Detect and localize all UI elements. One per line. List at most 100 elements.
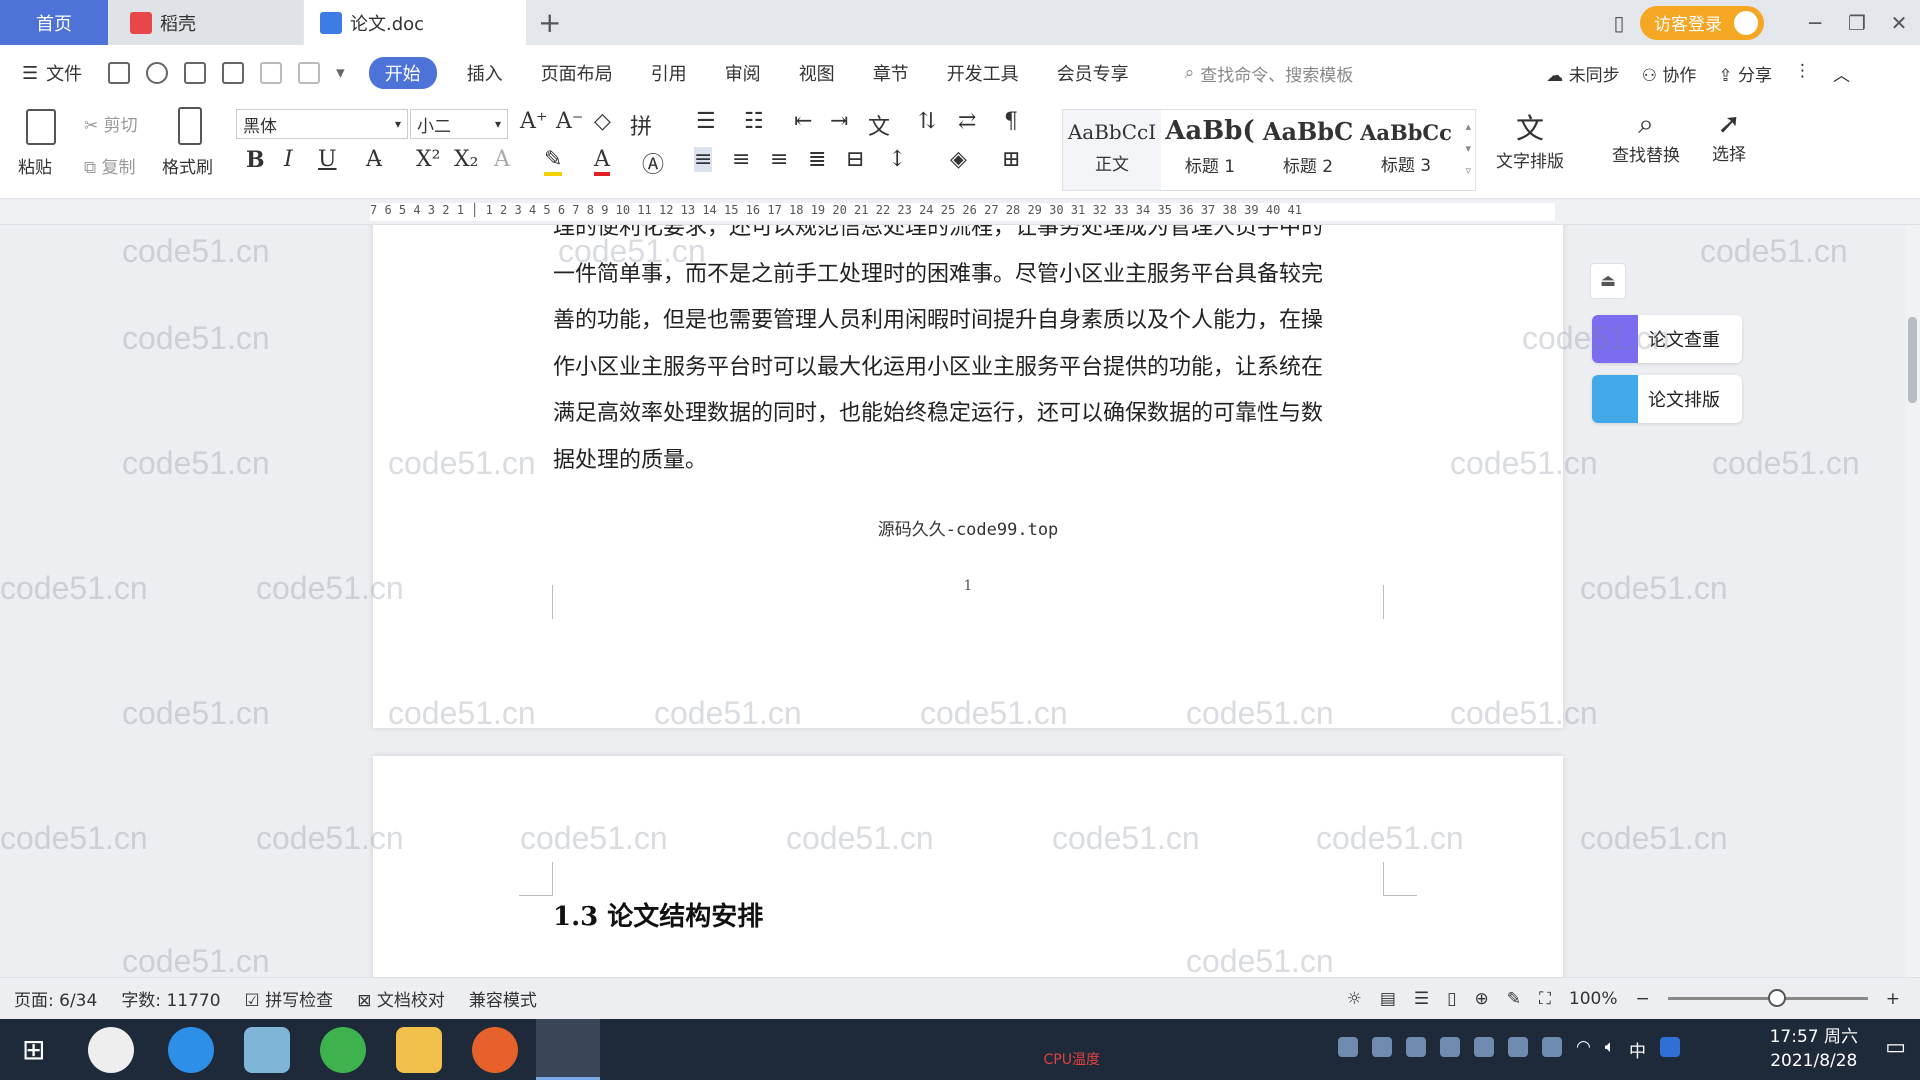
tray-icon[interactable] (1337, 1037, 1358, 1057)
font-size-select[interactable]: 小二 ▾ (410, 109, 508, 139)
menu-home[interactable]: 开始 (368, 57, 437, 89)
save-icon[interactable] (108, 62, 131, 84)
menu-page-layout[interactable]: 页面布局 (541, 60, 613, 86)
word-count[interactable]: 字数: 11770 (121, 986, 220, 1011)
show-marks-icon[interactable]: ¶ (1004, 109, 1018, 134)
search-tray-icon[interactable] (1660, 1037, 1680, 1057)
superscript-icon[interactable]: X² (416, 147, 440, 172)
print-preview-icon[interactable] (222, 62, 245, 84)
ie-browser-icon[interactable] (168, 1027, 214, 1073)
collapse-ribbon-icon[interactable]: ︿ (1833, 61, 1850, 86)
underline-icon[interactable]: U (318, 147, 337, 172)
document-area[interactable]: 理的便利化要求，还可以规范信息处理的流程，让事务处理成为管理人员手中的 一件简单… (0, 225, 1905, 977)
align-left-icon[interactable]: ≡ (694, 147, 713, 172)
decrease-indent-icon[interactable]: ⇤ (794, 109, 812, 134)
share-button[interactable]: ⇪ 分享 (1718, 61, 1772, 86)
notification-icon[interactable]: ▭ (1885, 1035, 1906, 1060)
vertical-scrollbar[interactable] (1905, 225, 1920, 977)
clear-format-icon[interactable]: ◇ (594, 109, 611, 134)
reading-view-icon[interactable]: ▯ (1447, 989, 1456, 1009)
distribute-icon[interactable]: ⊟ (846, 147, 864, 172)
italic-icon[interactable]: I (284, 147, 293, 172)
page-view-icon[interactable]: ▤ (1380, 989, 1396, 1009)
phonetic-guide-icon[interactable]: 拼 (630, 109, 652, 141)
style-scroll-icon[interactable]: ▴ ▾ ▿ (1465, 116, 1471, 182)
page-footer[interactable]: 源码久久-code99.top (373, 515, 1563, 540)
grow-font-icon[interactable]: A⁺ (520, 109, 548, 134)
document-page[interactable]: 理的便利化要求，还可以规范信息处理的流程，让事务处理成为管理人员手中的 一件简单… (373, 225, 1563, 728)
windows-start-icon[interactable]: ⊞ (22, 1033, 45, 1066)
style-heading-3[interactable]: AaBbCc 标题 3 (1357, 110, 1455, 190)
quick-access-dropdown-icon[interactable]: ▾ (336, 63, 345, 83)
strikethrough-icon[interactable]: A̶ (366, 147, 382, 172)
copy-button[interactable]: ⧉ 复制 (84, 153, 136, 178)
font-name-select[interactable]: 黑体 ▾ (236, 109, 408, 139)
spell-check-button[interactable]: ☑ 拼写检查 (245, 986, 334, 1011)
tray-icon[interactable] (1371, 1037, 1392, 1057)
cut-button[interactable]: ✂ 剪切 (84, 111, 138, 136)
paper-check-button[interactable]: 论文查重 (1592, 315, 1742, 363)
ime-indicator[interactable]: 中 (1629, 1037, 1646, 1062)
menu-insert[interactable]: 插入 (467, 60, 503, 86)
style-heading-1[interactable]: AaBb(标题 1 (1161, 110, 1259, 190)
ruler[interactable]: 7 6 5 4 3 2 1 │ 1 2 3 4 5 6 7 8 9 10 11 … (0, 199, 1920, 225)
file-menu[interactable]: ☰ 文件 (22, 60, 82, 86)
shading-icon[interactable]: ◈ (950, 147, 967, 172)
login-button[interactable]: 访客登录 (1640, 5, 1764, 40)
format-painter-icon[interactable] (178, 107, 202, 145)
scrollbar-thumb[interactable] (1908, 317, 1917, 403)
tray-icon[interactable] (1439, 1037, 1460, 1057)
align-right-icon[interactable]: ≡ (770, 147, 788, 172)
cloud-icon[interactable] (146, 62, 169, 84)
align-center-icon[interactable]: ≡ (732, 147, 750, 172)
highlight-icon[interactable]: ✎ (544, 147, 563, 176)
line-spacing-icon[interactable]: ↕ (888, 147, 906, 172)
pinwheel-app-icon[interactable] (88, 1027, 134, 1073)
borders-icon[interactable]: ⊞ (1002, 147, 1020, 172)
reading-mode-icon[interactable]: ▯ (1598, 11, 1640, 35)
justify-icon[interactable]: ≣ (808, 147, 826, 172)
fit-page-icon[interactable]: ⛶ (1539, 989, 1551, 1009)
collab-button[interactable]: ⚇ 协作 (1642, 61, 1697, 86)
zoom-slider-knob[interactable] (1767, 989, 1786, 1007)
green-browser-icon[interactable] (320, 1027, 366, 1073)
more-icon[interactable]: ⋮ (1794, 61, 1811, 86)
file-explorer-icon[interactable] (396, 1027, 442, 1073)
notepad-app-icon[interactable] (244, 1027, 290, 1073)
volume-icon[interactable]: 🔈︎ (1605, 1037, 1615, 1062)
taskbar-clock[interactable]: 17:57 周六 2021/8/28 (1770, 1025, 1858, 1073)
bold-icon[interactable]: B (246, 147, 265, 173)
font-color-icon[interactable]: A (594, 147, 610, 176)
sort-icon[interactable]: ⇅ (918, 109, 936, 134)
find-replace-button[interactable]: ⌕ 查找替换 (1612, 107, 1680, 166)
chinese-layout-icon[interactable]: 文 (868, 109, 890, 141)
proofread-button[interactable]: ⊠ 文档校对 (357, 986, 445, 1011)
paste-label[interactable]: 粘贴 (18, 153, 52, 178)
section-heading[interactable]: 1.3 论文结构安排 (553, 896, 763, 933)
shield-icon[interactable] (1405, 1037, 1426, 1057)
paper-format-button[interactable]: 论文排版 (1592, 375, 1742, 423)
style-heading-2[interactable]: AaBbC 标题 2 (1259, 110, 1357, 190)
menu-references[interactable]: 引用 (651, 60, 687, 86)
bluetooth-icon[interactable] (1507, 1037, 1528, 1057)
paste-icon[interactable] (26, 109, 56, 145)
increase-indent-icon[interactable]: ⇥ (830, 109, 848, 134)
print-icon[interactable] (184, 62, 207, 84)
restore-icon[interactable]: ❐ (1836, 11, 1878, 35)
tab-document[interactable]: 论文.doc (304, 0, 526, 45)
pen-icon[interactable]: ✎ (1507, 989, 1521, 1009)
tab-docer[interactable]: 稻壳 (110, 0, 302, 45)
menu-member[interactable]: 会员专享 (1057, 60, 1129, 86)
document-page[interactable]: 1.3 论文结构安排 (373, 756, 1563, 977)
close-icon[interactable]: ✕ (1878, 11, 1920, 35)
zoom-slider[interactable] (1667, 989, 1868, 1007)
menu-developer[interactable]: 开发工具 (947, 60, 1019, 86)
text-effect-icon[interactable]: A (494, 147, 510, 172)
minimize-icon[interactable]: ─ (1794, 11, 1836, 35)
text-layout-button[interactable]: 文文字排版 (1496, 107, 1564, 172)
wifi-icon[interactable]: ◠ (1576, 1037, 1591, 1062)
eye-protect-icon[interactable]: ☼ (1347, 989, 1362, 1009)
web-view-icon[interactable]: ⊕ (1474, 989, 1488, 1009)
page-indicator[interactable]: 页面: 6/34 (14, 986, 97, 1011)
subscript-icon[interactable]: X₂ (454, 147, 478, 172)
